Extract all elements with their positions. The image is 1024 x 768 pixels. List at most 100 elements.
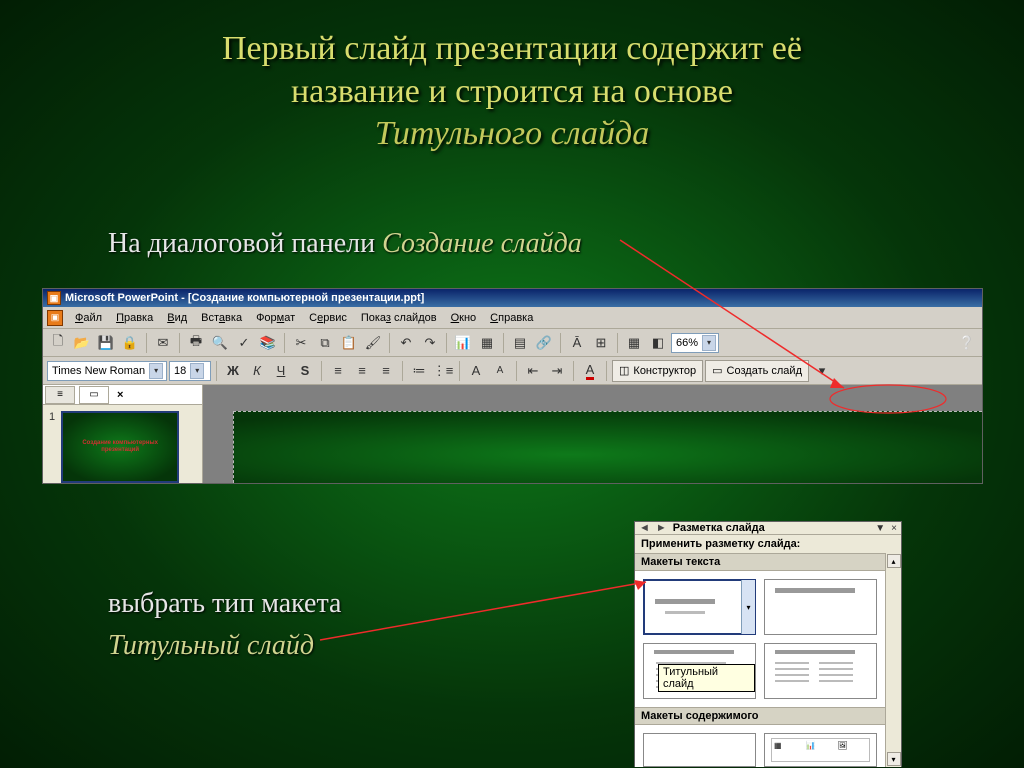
- toolbar-options-icon[interactable]: ▾: [811, 360, 833, 382]
- section-content-layouts: Макеты содержимого: [635, 707, 885, 725]
- designer-label: Конструктор: [633, 365, 696, 377]
- close-pane-icon[interactable]: ×: [117, 389, 123, 401]
- layout-title-only[interactable]: [764, 579, 877, 635]
- tables-borders-icon[interactable]: ▤: [509, 332, 531, 354]
- separator: [389, 333, 390, 353]
- slide-title: Первый слайд презентации содержит её наз…: [0, 0, 1024, 156]
- font-name: Times New Roman: [52, 365, 145, 377]
- print-icon[interactable]: 🖶: [185, 332, 207, 354]
- new-icon[interactable]: 🗋: [47, 332, 69, 354]
- menu-window[interactable]: Окно: [445, 310, 483, 326]
- bold-icon[interactable]: Ж: [222, 360, 244, 382]
- designer-button[interactable]: ◫ Конструктор: [612, 360, 703, 382]
- pp-titlebar: ▣ Microsoft PowerPoint - [Создание компь…: [43, 289, 982, 307]
- show-format-icon[interactable]: ⊞: [590, 332, 612, 354]
- slide-editor[interactable]: [203, 385, 982, 483]
- new-slide-button[interactable]: ▭ Создать слайд: [705, 360, 809, 382]
- chevron-down-icon[interactable]: ▾: [190, 363, 204, 379]
- chevron-down-icon[interactable]: ▾: [702, 335, 716, 351]
- increase-font-icon[interactable]: A: [465, 360, 487, 382]
- cut-icon[interactable]: ✂: [290, 332, 312, 354]
- menu-file[interactable]: Файл: [69, 310, 108, 326]
- open-icon[interactable]: 📂: [71, 332, 93, 354]
- taskpane-scrollbar[interactable]: ▴ ▾: [885, 553, 901, 767]
- fontsize-combo[interactable]: 18 ▾: [169, 361, 211, 381]
- taskpane-apply-label: Применить разметку слайда:: [635, 535, 901, 553]
- layout-blank[interactable]: [643, 733, 756, 767]
- align-left-icon[interactable]: ≡: [327, 360, 349, 382]
- menu-edit[interactable]: Правка: [110, 310, 159, 326]
- layout-dropdown-icon[interactable]: ▾: [741, 580, 755, 634]
- align-center-icon[interactable]: ≡: [351, 360, 373, 382]
- slide-thumbnail[interactable]: Создание компьютерных презентаций: [61, 411, 179, 483]
- pp-menubar: ▣ Файл Правка Вид Вставка Формат Сервис …: [43, 307, 982, 329]
- shadow-icon[interactable]: S: [294, 360, 316, 382]
- scroll-up-icon[interactable]: ▴: [887, 554, 901, 568]
- decrease-font-icon[interactable]: A: [489, 360, 511, 382]
- font-combo[interactable]: Times New Roman ▾: [47, 361, 167, 381]
- layout-tooltip: Титульный слайд: [658, 664, 755, 692]
- body-line-1a: На диалоговой панели: [108, 228, 382, 259]
- taskpane-header: ◄ ► Разметка слайда ▼ ×: [635, 522, 901, 535]
- grid-icon[interactable]: ▦: [623, 332, 645, 354]
- permission-icon[interactable]: 🔒: [119, 332, 141, 354]
- copy-icon[interactable]: ⧉: [314, 332, 336, 354]
- separator: [446, 333, 447, 353]
- separator: [573, 361, 574, 381]
- save-icon[interactable]: 💾: [95, 332, 117, 354]
- new-slide-label: Создать слайд: [727, 365, 802, 377]
- menu-help[interactable]: Справка: [484, 310, 539, 326]
- chart-icon[interactable]: 📊: [452, 332, 474, 354]
- fontsize-value: 18: [174, 365, 186, 377]
- table-icon[interactable]: ▦: [476, 332, 498, 354]
- redo-icon[interactable]: ↷: [419, 332, 441, 354]
- chevron-down-icon[interactable]: ▾: [149, 363, 163, 379]
- outline-tab[interactable]: ≡: [45, 386, 75, 404]
- taskpane-close-icon[interactable]: ×: [891, 523, 897, 534]
- increase-indent-icon[interactable]: ⇥: [546, 360, 568, 382]
- zoom-value: 66%: [676, 337, 698, 349]
- zoom-combo[interactable]: 66% ▾: [671, 333, 719, 353]
- help-icon[interactable]: ❔: [956, 332, 978, 354]
- menu-format[interactable]: Формат: [250, 310, 301, 326]
- numbering-icon[interactable]: ≔: [408, 360, 430, 382]
- powerpoint-window: ▣ Microsoft PowerPoint - [Создание компь…: [42, 288, 983, 484]
- taskpane-back-icon[interactable]: ◄: [639, 522, 650, 534]
- menu-slideshow[interactable]: Показ слайдов: [355, 310, 443, 326]
- body-line-1b: Создание слайда: [382, 228, 582, 259]
- hyperlink-icon[interactable]: 🔗: [533, 332, 555, 354]
- format-painter-icon[interactable]: 🖌: [362, 332, 384, 354]
- pp-title-text: Microsoft PowerPoint - [Создание компьют…: [65, 292, 424, 304]
- decrease-indent-icon[interactable]: ⇤: [522, 360, 544, 382]
- separator: [179, 333, 180, 353]
- undo-icon[interactable]: ↶: [395, 332, 417, 354]
- layout-title-content[interactable]: Титульный слайд: [643, 643, 756, 699]
- mail-icon[interactable]: ✉: [152, 332, 174, 354]
- color-icon[interactable]: ◧: [647, 332, 669, 354]
- menu-insert[interactable]: Вставка: [195, 310, 248, 326]
- layout-content[interactable]: ▦📊🖼: [764, 733, 877, 767]
- separator: [459, 361, 460, 381]
- underline-icon[interactable]: Ч: [270, 360, 292, 382]
- align-right-icon[interactable]: ≡: [375, 360, 397, 382]
- italic-icon[interactable]: К: [246, 360, 268, 382]
- research-icon[interactable]: 📚: [257, 332, 279, 354]
- layout-title-slide[interactable]: ▾: [643, 579, 756, 635]
- expand-icon[interactable]: Ā: [566, 332, 588, 354]
- taskpane-menu-icon[interactable]: ▼: [875, 523, 885, 534]
- scroll-down-icon[interactable]: ▾: [887, 752, 901, 766]
- taskpane-fwd-icon[interactable]: ►: [656, 522, 667, 534]
- body-line-3: Титульный слайд: [108, 630, 314, 662]
- menu-view[interactable]: Вид: [161, 310, 193, 326]
- spell-icon[interactable]: ✓: [233, 332, 255, 354]
- font-color-icon[interactable]: A: [579, 360, 601, 382]
- layout-two-content[interactable]: [764, 643, 877, 699]
- menu-tools[interactable]: Сервис: [303, 310, 353, 326]
- thumb-title: Создание компьютерных презентаций: [63, 440, 177, 453]
- paste-icon[interactable]: 📋: [338, 332, 360, 354]
- slides-tab[interactable]: ▭: [79, 386, 109, 404]
- body-line-1: На диалоговой панели Создание слайда: [108, 228, 582, 260]
- outline-pane: ≡ ▭ × 1 Создание компьютерных презентаци…: [43, 385, 203, 483]
- preview-icon[interactable]: 🔍: [209, 332, 231, 354]
- bullets-icon[interactable]: ⋮≡: [432, 360, 454, 382]
